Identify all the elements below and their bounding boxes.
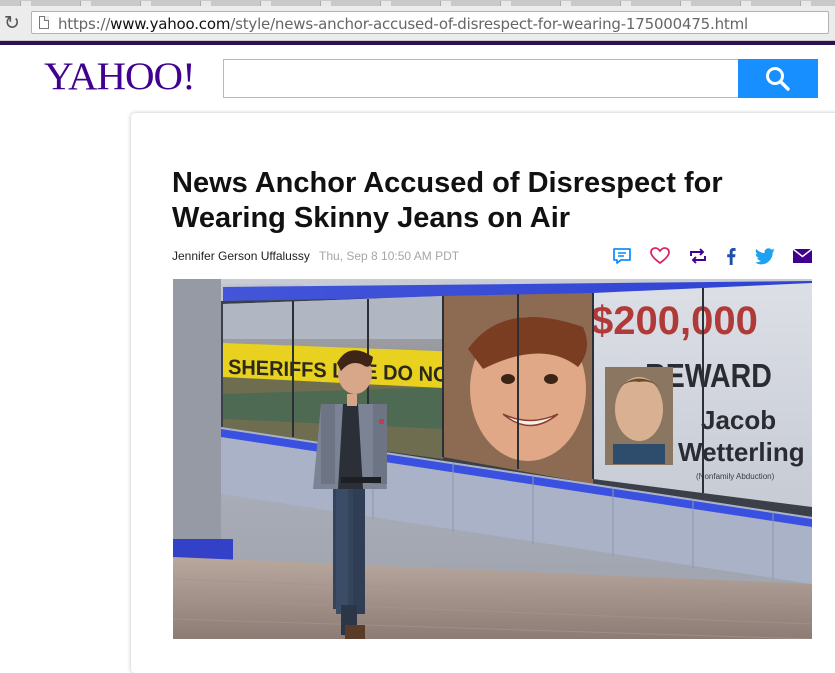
facebook-share-button[interactable] — [720, 245, 742, 267]
yahoo-logo[interactable]: YAHOO! — [44, 54, 196, 99]
url-host: www.yahoo.com — [110, 15, 231, 33]
poster-subtext: (Nonfamily Abduction) — [696, 472, 775, 481]
reload-icon[interactable]: ↻ — [4, 13, 24, 33]
yahoo-top-bar — [0, 41, 835, 45]
poster-amount: $200,000 — [591, 299, 758, 343]
search-button[interactable] — [738, 59, 818, 98]
favorite-button[interactable] — [649, 245, 671, 267]
url-text: https://www.yahoo.com/style/news-anchor-… — [58, 15, 748, 33]
retweet-button[interactable] — [687, 245, 709, 267]
facebook-icon — [727, 248, 736, 265]
publish-timestamp: Thu, Sep 8 10:50 AM PDT — [319, 249, 460, 263]
address-bar[interactable]: https://www.yahoo.com/style/news-anchor-… — [31, 11, 829, 34]
comment-icon — [613, 248, 631, 264]
search-input[interactable] — [223, 59, 739, 98]
author-name[interactable]: Jennifer Gerson Uffalussy — [172, 249, 310, 263]
retweet-icon — [690, 248, 706, 264]
twitter-share-button[interactable] — [754, 245, 776, 267]
search-icon — [766, 66, 790, 91]
article-headline: News Anchor Accused of Disrespect for We… — [172, 167, 723, 234]
twitter-icon — [755, 247, 775, 264]
poster-first-name: Jacob — [701, 405, 776, 435]
news-studio-photo: SHERIFFS LINE DO NOT $200,000 REWARD Jac… — [173, 279, 812, 639]
comments-button[interactable] — [611, 245, 633, 267]
url-scheme: https:// — [58, 15, 111, 33]
email-share-button[interactable] — [791, 245, 813, 267]
url-path: /style/news-anchor-accused-of-disrespect… — [230, 15, 748, 33]
page-icon — [39, 16, 49, 29]
mail-icon — [792, 249, 812, 263]
heart-icon — [650, 247, 670, 265]
poster-last-name: Wetterling — [678, 437, 805, 467]
browser-toolbar: ↻ https://www.yahoo.com/style/news-ancho… — [0, 6, 835, 41]
article-hero-image[interactable]: SHERIFFS LINE DO NOT $200,000 REWARD Jac… — [173, 279, 812, 639]
